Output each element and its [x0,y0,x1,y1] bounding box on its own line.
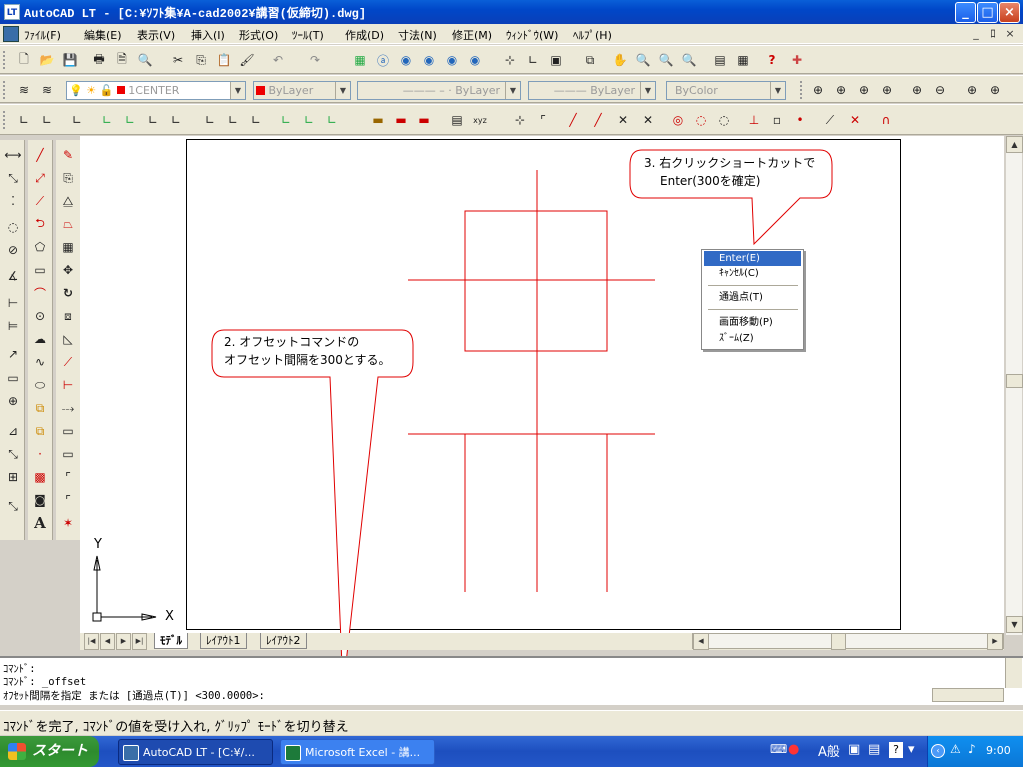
command-hscrollbar[interactable] [932,688,1004,702]
command-prompt[interactable]: ｵﾌｾｯﾄ間隔を指定 または [通過点(T)] <300.0000>: [3,688,265,703]
vertical-scrollbar[interactable]: ▲ ▼ [1005,136,1023,635]
ctx-zoom[interactable]: ｽﾞｰﾑ(Z) [704,331,801,346]
keyboard-icon[interactable]: ⌨ [770,742,787,756]
ctx-cancel[interactable]: ｷｬﾝｾﾙ(C) [704,266,801,281]
taskbar-autocad[interactable]: AutoCAD LT - [C:¥/... [118,739,273,765]
ime-tool-icon[interactable]: ▣ [848,742,860,757]
autocad-icon [123,745,139,761]
command-scrollbar[interactable] [1005,658,1022,688]
tab-next-button[interactable]: ▶ [116,633,131,650]
ime-pad-icon[interactable]: ▤ [868,742,880,757]
network-icon[interactable]: ⚠ [950,742,961,756]
ctx-separator [708,285,798,286]
tab-layout2[interactable]: ﾚｲｱｳﾄ2 [260,633,307,649]
tab-prev-button[interactable]: ◀ [100,633,115,650]
windows-logo-icon [8,743,26,760]
taskbar-excel[interactable]: Microsoft Excel - 講... [280,739,435,765]
volume-icon[interactable]: ♪ [968,742,976,756]
tab-last-button[interactable]: ▶| [132,633,147,650]
ime-icon[interactable]: ● [788,742,799,757]
ctx-enter[interactable]: Enter(E) [704,251,801,266]
tray-expand-icon[interactable]: ‹ [931,744,945,758]
ucs-y-label: Y [94,537,102,552]
tab-model[interactable]: ﾓﾃﾞﾙ [154,633,188,649]
ctx-separator [708,309,798,310]
status-bar: ｺﾏﾝﾄﾞを完了, ｺﾏﾝﾄﾞの値を受け入れ, ｸﾞﾘｯﾌﾟ ﾓｰﾄﾞを切り替え [0,710,1023,735]
system-tray: ‹ ⚠ ♪ 9:00 [927,736,1023,767]
ime-toolbar[interactable]: ⌨ ● A般 ▣ ▤ ? ▾ [768,740,926,762]
ime-options-icon[interactable]: ▾ [908,742,915,757]
drawing-canvas [92,149,833,691]
horizontal-scrollbar[interactable]: ◀ ▶ [692,633,1004,650]
offset-callout-line1: 2. オフセットコマンドの [224,335,360,349]
ucs-x-label: X [165,609,174,624]
scroll-down-button[interactable]: ▼ [1006,616,1023,633]
ime-mode[interactable]: A般 [818,741,840,760]
context-menu: Enter(E) ｷｬﾝｾﾙ(C) 通過点(T) 画面移動(P) ｽﾞｰﾑ(Z) [701,249,804,350]
taskbar-autocad-label: AutoCAD LT - [C:¥/... [143,746,255,759]
excel-icon [285,745,301,761]
ctx-through[interactable]: 通過点(T) [704,290,801,305]
offset-callout-line2: オフセット間隔を300とする。 [224,353,391,367]
square-outline [464,210,608,352]
taskbar-excel-label: Microsoft Excel - 講... [305,746,421,759]
scroll-left-button[interactable]: ◀ [693,633,709,650]
autocad-window: LT AutoCAD LT - [C:¥ｿﾌﾄ集¥A-cad2002¥講習(仮締… [0,0,1023,767]
drawing-geometry [408,170,655,592]
status-text: ｺﾏﾝﾄﾞを完了, ｺﾏﾝﾄﾞの値を受け入れ, ｸﾞﾘｯﾌﾟ ﾓｰﾄﾞを切り替え [3,720,349,735]
scroll-right-button[interactable]: ▶ [987,633,1003,650]
ime-help-icon[interactable]: ? [889,742,903,758]
clock[interactable]: 9:00 [986,744,1011,757]
scroll-thumb[interactable] [1006,374,1023,388]
command-window[interactable]: ｺﾏﾝﾄﾞ: ｺﾏﾝﾄﾞ: _offset ｵﾌｾｯﾄ間隔を指定 または [通過… [0,656,1023,705]
hscroll-thumb[interactable] [831,633,846,650]
tab-layout1[interactable]: ﾚｲｱｳﾄ1 [200,633,247,649]
ucs-icon [92,555,157,622]
layout-tab-row: |◀ ◀ ▶ ▶| ﾓﾃﾞﾙ ﾚｲｱｳﾄ1 ﾚｲｱｳﾄ2 ◀ ▶ [80,633,1004,650]
rightclick-callout-line2: Enter(300を確定) [660,174,761,188]
tab-first-button[interactable]: |◀ [84,633,99,650]
taskbar: スタート AutoCAD LT - [C:¥/... Microsoft Exc… [0,736,1023,767]
command-history-line: ｺﾏﾝﾄﾞ: _offset [3,676,87,688]
rightclick-callout-line1: 3. 右クリックショートカットで [644,156,816,170]
scroll-up-button[interactable]: ▲ [1006,136,1023,153]
ctx-pan[interactable]: 画面移動(P) [704,315,801,330]
